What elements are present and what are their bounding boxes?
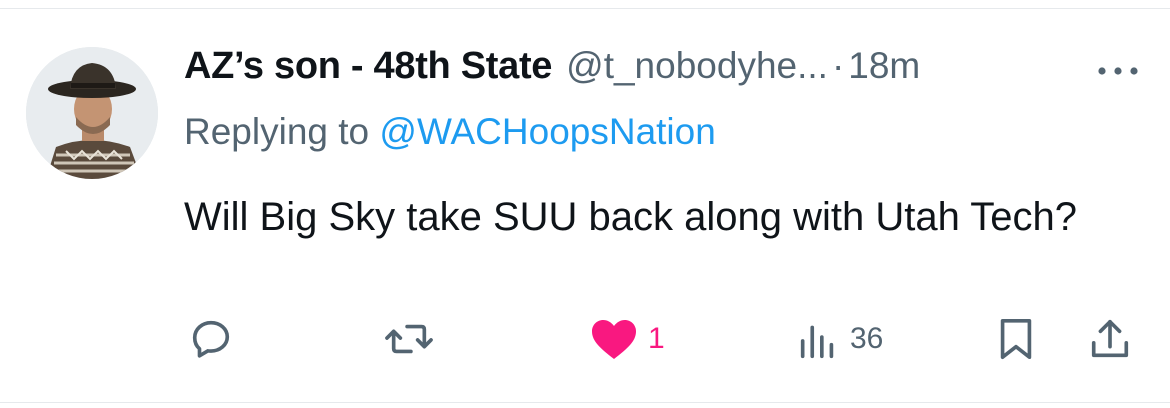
views-count: 36	[850, 322, 884, 355]
display-name[interactable]: AZ’s son - 48th State	[184, 45, 552, 88]
user-handle[interactable]: @t_nobodyhe...	[566, 45, 828, 87]
retweet-button[interactable]	[384, 309, 434, 369]
share-button[interactable]	[1088, 309, 1132, 369]
like-button[interactable]: 1	[590, 309, 665, 369]
action-bar: 1 36	[0, 309, 1170, 369]
bottom-divider	[0, 402, 1170, 403]
replying-to-mention[interactable]: @WACHoopsNation	[379, 111, 715, 152]
heart-icon	[592, 320, 636, 359]
replying-prefix: Replying to	[184, 111, 370, 152]
separator-dot: ·	[831, 45, 845, 86]
reply-icon	[192, 320, 230, 358]
more-horizontal-icon[interactable]	[1094, 61, 1142, 81]
retweet-icon	[385, 324, 433, 354]
avatar[interactable]	[26, 47, 158, 179]
reply-button[interactable]	[188, 309, 234, 369]
tweet-header: AZ’s son - 48th State @t_nobodyhe... · 1…	[184, 45, 920, 95]
views-icon	[800, 325, 834, 359]
share-icon	[1091, 319, 1129, 358]
tweet[interactable]: AZ’s son - 48th State @t_nobodyhe... · 1…	[0, 9, 1170, 402]
views-button[interactable]: 36	[796, 309, 883, 369]
replying-to-line: Replying to @WACHoopsNation	[184, 111, 716, 153]
bookmark-icon	[1000, 318, 1032, 360]
timestamp[interactable]: 18m	[848, 45, 920, 87]
bookmark-button[interactable]	[996, 309, 1036, 369]
tweet-text: Will Big Sky take SUU back along with Ut…	[184, 195, 1077, 239]
like-count: 1	[648, 322, 665, 355]
